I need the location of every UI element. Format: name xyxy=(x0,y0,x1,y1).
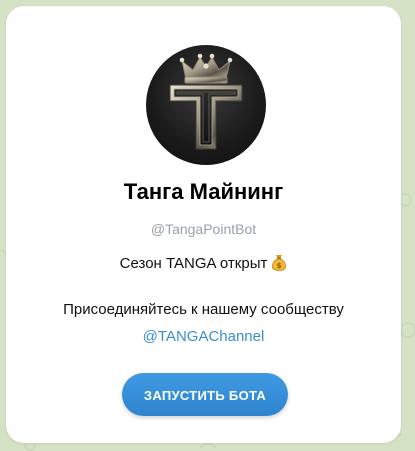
bot-username: @TangaPointBot xyxy=(150,221,257,237)
season-line: Сезон TANGA открыт $ xyxy=(6,253,401,275)
bot-name: Танга Майнинг xyxy=(123,179,284,204)
svg-text:$: $ xyxy=(277,262,282,270)
bot-info-card: Танга Майнинг @TangaPointBot Сезон TANGA… xyxy=(6,6,401,443)
join-community-text: Присоединяйтесь к нашему сообществу xyxy=(63,301,344,318)
crown-letter-t-logo xyxy=(169,53,243,150)
channel-link[interactable]: @TANGAChannel xyxy=(6,328,401,345)
season-text: Сезон TANGA открыт xyxy=(119,255,268,272)
money-bag-icon: $ xyxy=(271,253,287,275)
bot-avatar xyxy=(146,45,266,165)
start-bot-button[interactable]: ЗАПУСТИТЬ БОТА xyxy=(122,373,288,416)
